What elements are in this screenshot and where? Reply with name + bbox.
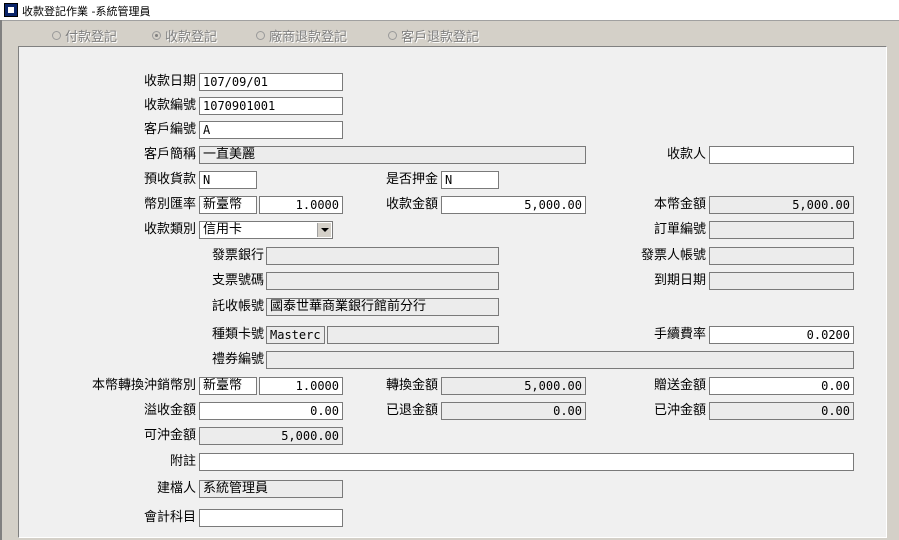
issuer-account-field[interactable] (709, 247, 854, 265)
prepaid-label: 預收貨款 (143, 172, 196, 187)
order-no-label: 訂單編號 (653, 222, 706, 237)
prepaid-field[interactable]: N (199, 171, 257, 189)
converted-amount-field: 5,000.00 (441, 377, 586, 395)
collection-account-field[interactable]: 國泰世華商業銀行館前分行 (266, 298, 499, 316)
window-title: 收款登記作業 -系統管理員 (22, 5, 151, 18)
receipt-no-label: 收款編號 (143, 98, 196, 113)
due-date-label: 到期日期 (653, 273, 706, 288)
voucher-no-label: 禮券編號 (211, 352, 264, 367)
fee-rate-field[interactable]: 0.0200 (709, 326, 854, 344)
receipt-type-select[interactable]: 信用卡 (199, 221, 333, 239)
currency-field[interactable]: 新臺幣 (199, 196, 257, 214)
gift-amount-label: 贈送金額 (653, 378, 706, 393)
remarks-field[interactable] (199, 453, 854, 471)
converted-amount-label: 轉換金額 (385, 378, 438, 393)
card-number-field[interactable] (327, 326, 499, 344)
available-amount-field: 5,000.00 (199, 427, 343, 445)
receipt-type-label: 收款類別 (143, 222, 196, 237)
radio-customer-refund-entry[interactable]: 客戶退款登記 (388, 26, 479, 45)
issuing-bank-field[interactable] (266, 247, 499, 265)
refunded-amount-field: 0.00 (441, 402, 586, 420)
radio-receipt-entry[interactable]: 收款登記 (152, 26, 217, 45)
currency-rate-label: 幣別匯率 (143, 197, 196, 212)
issuing-bank-label: 發票銀行 (211, 248, 264, 263)
check-no-field[interactable] (266, 272, 499, 290)
collector-field[interactable] (709, 146, 854, 164)
receipt-date-field[interactable]: 107/09/01 (199, 73, 343, 91)
overpaid-amount-field[interactable]: 0.00 (199, 402, 343, 420)
voucher-no-field[interactable] (266, 351, 854, 369)
overpaid-amount-label: 溢收金額 (143, 403, 196, 418)
offset-amount-field: 0.00 (709, 402, 854, 420)
app-icon[interactable] (4, 3, 18, 17)
local-amount-field: 5,000.00 (709, 196, 854, 214)
title-bar: 收款登記作業 -系統管理員 (0, 0, 899, 21)
refunded-amount-label: 已退金額 (385, 403, 438, 418)
order-no-field[interactable] (709, 221, 854, 239)
radio-icon (256, 31, 265, 40)
receipt-no-field[interactable]: 1070901001 (199, 97, 343, 115)
issuer-account-label: 發票人帳號 (640, 248, 706, 263)
receipt-type-value: 信用卡 (203, 222, 243, 237)
due-date-field[interactable] (709, 272, 854, 290)
available-amount-label: 可沖金額 (143, 428, 196, 443)
radio-selected-icon (152, 31, 161, 40)
radio-icon (52, 31, 61, 40)
creator-field: 系統管理員 (199, 480, 343, 498)
card-type-no-label: 種類卡號 (211, 327, 264, 342)
chevron-down-icon[interactable] (317, 223, 331, 237)
window-border (0, 20, 2, 540)
radio-vendor-refund-entry[interactable]: 廠商退款登記 (256, 26, 347, 45)
is-deposit-field[interactable]: N (441, 171, 499, 189)
offset-amount-label: 已沖金額 (653, 403, 706, 418)
account-subject-field[interactable] (199, 509, 343, 527)
collection-account-label: 託收帳號 (211, 299, 264, 314)
radio-payment-entry[interactable]: 付款登記 (52, 26, 117, 45)
is-deposit-label: 是否押金 (385, 172, 438, 187)
offset-currency-field[interactable]: 新臺幣 (199, 377, 257, 395)
customer-name-field[interactable]: 一直美麗 (199, 146, 586, 164)
radio-icon (388, 31, 397, 40)
customer-name-label: 客戶簡稱 (143, 147, 196, 162)
account-subject-label: 會計科目 (143, 510, 196, 525)
collector-label: 收款人 (666, 147, 706, 162)
customer-no-field[interactable]: A (199, 121, 343, 139)
receipt-date-label: 收款日期 (143, 74, 196, 89)
local-amount-label: 本幣金額 (653, 197, 706, 212)
gift-amount-field[interactable]: 0.00 (709, 377, 854, 395)
customer-no-label: 客戶編號 (143, 122, 196, 137)
fee-rate-label: 手續費率 (653, 327, 706, 342)
creator-label: 建檔人 (156, 481, 196, 496)
remarks-label: 附註 (169, 454, 196, 469)
receipt-amount-label: 收款金額 (385, 197, 438, 212)
offset-currency-label: 本幣轉換沖銷幣別 (91, 378, 196, 393)
check-no-label: 支票號碼 (211, 273, 264, 288)
card-type-field[interactable]: Masterc (266, 326, 325, 344)
receipt-amount-field[interactable]: 5,000.00 (441, 196, 586, 214)
